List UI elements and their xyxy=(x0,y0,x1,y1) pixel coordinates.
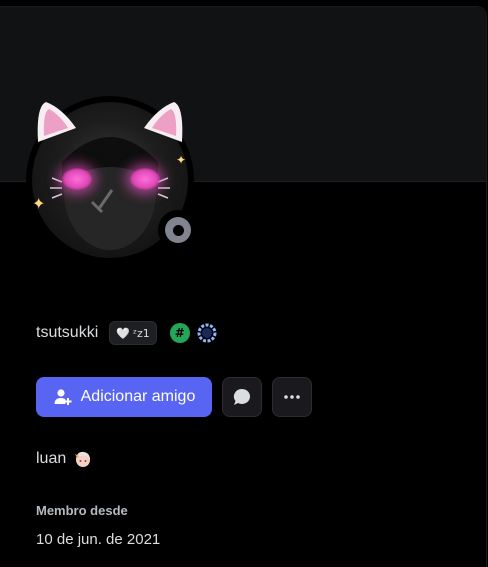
anime-girl-emoji-icon xyxy=(75,451,91,467)
avatar[interactable]: ✦ ✦ xyxy=(22,92,200,270)
hash-badge-icon[interactable]: # xyxy=(169,323,190,343)
message-button[interactable] xyxy=(222,377,262,417)
add-friend-label: Adicionar amigo xyxy=(80,388,196,405)
cat-ear-right-icon xyxy=(144,102,183,142)
ring-badge-icon[interactable] xyxy=(195,321,219,345)
server-tag[interactable]: 🤍 ᶻz1 xyxy=(109,321,157,345)
chat-bubble-icon xyxy=(233,388,250,405)
bio-text: luan xyxy=(36,450,67,467)
bio: luan xyxy=(36,449,93,469)
offline-status-icon xyxy=(165,217,191,243)
sparkle-icon: ✦ xyxy=(176,153,187,167)
action-buttons: Adicionar amigo xyxy=(36,377,312,417)
name-row: tsutsukki 🤍 ᶻz1 # xyxy=(36,320,219,346)
cat-ear-left-icon xyxy=(37,102,76,142)
status-indicator xyxy=(158,210,198,250)
ellipsis-icon xyxy=(284,395,300,399)
server-tag-text: ᶻz1 xyxy=(132,326,150,340)
member-since-label: Membro desde xyxy=(36,503,128,518)
blush-left xyxy=(62,168,92,190)
status-hole xyxy=(172,224,184,236)
blush-right xyxy=(130,168,160,190)
more-options-button[interactable] xyxy=(272,377,312,417)
add-friend-button[interactable]: Adicionar amigo xyxy=(36,377,212,417)
member-since-date: 10 de jun. de 2021 xyxy=(36,531,161,548)
username[interactable]: tsutsukki xyxy=(36,324,98,342)
heart-icon: 🤍 xyxy=(116,326,130,340)
sparkle-icon: ✦ xyxy=(32,194,46,213)
add-friend-icon xyxy=(54,389,72,405)
